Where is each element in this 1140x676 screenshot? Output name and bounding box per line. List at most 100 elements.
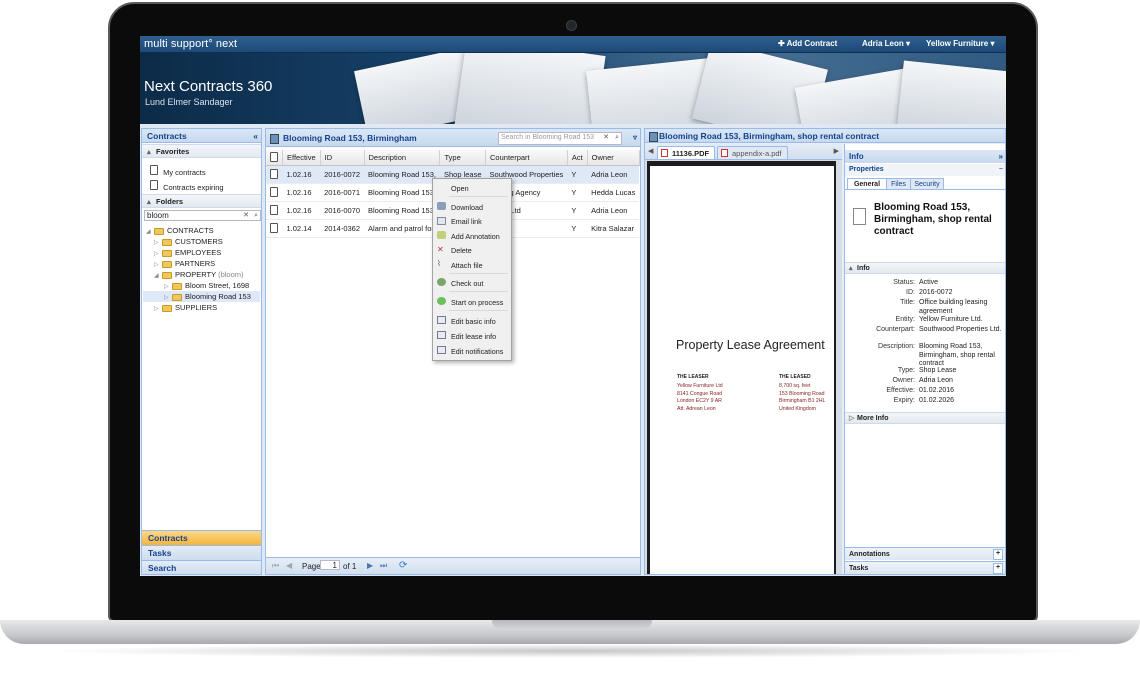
- user-menu[interactable]: Adria Leon ▾: [862, 39, 910, 48]
- page-input[interactable]: 1: [320, 560, 340, 570]
- clear-icon[interactable]: ✕: [243, 211, 249, 221]
- expand-plus-icon[interactable]: +: [993, 563, 1003, 574]
- menu-item-email-link[interactable]: Email link: [451, 217, 482, 226]
- expanded-arrow-icon: ◢: [154, 273, 159, 279]
- tab-appendix-a-pdf[interactable]: appendix-a.pdf: [717, 146, 788, 159]
- tree-label: EMPLOYEES: [175, 248, 222, 257]
- cell-id: 2016-0070: [320, 201, 365, 220]
- first-page-icon[interactable]: ⏮: [272, 561, 279, 571]
- menu-item-edit-notifications[interactable]: Edit notifications: [451, 347, 503, 356]
- tab-divider: [845, 189, 1005, 190]
- folder-search-value: bloom: [147, 211, 169, 220]
- column-header-type[interactable]: Type: [439, 150, 487, 166]
- field-value-id: 2016-0072: [919, 289, 953, 296]
- clear-icon[interactable]: ✕: [603, 133, 609, 143]
- add-contract-button[interactable]: ✚ Add Contract: [778, 39, 837, 48]
- email-icon: [437, 217, 446, 225]
- cell-effective: 1.02.16: [282, 183, 321, 202]
- menu-item-start-on-process[interactable]: Start on process: [451, 298, 503, 307]
- tasks-header[interactable]: Tasks +: [845, 561, 1005, 574]
- column-header-act[interactable]: Act: [567, 150, 588, 166]
- tree-item-property[interactable]: ◢ PROPERTY (bloom): [154, 270, 244, 279]
- column-header-counterpart[interactable]: Counterpart: [485, 150, 568, 166]
- cell-owner: Adria Leon: [587, 201, 640, 220]
- menu-item-add-annotation[interactable]: Add Annotation: [451, 232, 500, 241]
- menu-separator: [449, 196, 508, 197]
- menu-item-delete[interactable]: Delete: [451, 246, 472, 255]
- column-header-doc[interactable]: [266, 150, 283, 166]
- tree-item-partners[interactable]: ▷ PARTNERS: [154, 259, 215, 268]
- menu-item-edit-basic-info[interactable]: Edit basic info: [451, 317, 496, 326]
- menu-item-open[interactable]: Open: [451, 184, 469, 193]
- grid-search-input[interactable]: Search in Blooming Road 153 ✕ ⌕: [498, 132, 622, 145]
- leaser-line: Att. Adrean Leon: [677, 405, 716, 412]
- field-label-effective: Effective:: [886, 387, 915, 394]
- expand-plus-icon[interactable]: +: [993, 549, 1003, 560]
- leased-label: THE LEASED: [779, 374, 811, 380]
- context-menu: Open Download Email link Add Annotation …: [432, 178, 512, 361]
- process-icon: [437, 297, 446, 305]
- menu-item-download[interactable]: Download: [451, 203, 483, 212]
- favorite-my-contracts[interactable]: My contracts: [150, 165, 206, 177]
- document-icon: [150, 165, 158, 175]
- tab-11136-pdf[interactable]: 11136.PDF: [657, 146, 716, 159]
- collapse-left-icon[interactable]: «: [253, 129, 258, 143]
- document-icon: [270, 222, 278, 233]
- cell-act: Y: [567, 165, 588, 184]
- favorites-section-header[interactable]: ▴ Favorites: [142, 144, 261, 158]
- info-section-header[interactable]: ▴ Info: [845, 262, 1005, 274]
- expand-right-icon[interactable]: »: [999, 150, 1003, 163]
- cell-act: Y: [567, 201, 588, 220]
- field-value-owner: Adria Leon: [919, 377, 953, 384]
- field-value-status: Active: [919, 279, 939, 286]
- column-header-owner[interactable]: Owner: [587, 150, 640, 166]
- menu-item-attach-file[interactable]: Attach file: [451, 261, 483, 270]
- collapsed-arrow-icon: ▷: [164, 284, 169, 290]
- column-header-effective[interactable]: Effective: [282, 150, 321, 166]
- grid-panel-header: Blooming Road 153, Birmingham Search in …: [266, 129, 640, 147]
- tree-label: PROPERTY: [175, 270, 216, 279]
- favorite-contracts-expiring[interactable]: Contracts expiring: [150, 180, 224, 192]
- refresh-icon[interactable]: ⟳: [399, 560, 407, 571]
- menu-separator: [449, 291, 508, 292]
- nav-search[interactable]: Search: [142, 560, 261, 574]
- tree-item-suppliers[interactable]: ▷ SUPPLIERS: [154, 303, 217, 312]
- annotation-icon: [437, 231, 446, 239]
- pdf-page[interactable]: Property Lease Agreement THE LEASER Yell…: [650, 166, 834, 574]
- grid-options-icon[interactable]: ▿: [633, 129, 637, 147]
- grid-panel-title: Blooming Road 153, Birmingham: [283, 133, 417, 143]
- app-subtitle: Lund Elmer Sandager: [145, 97, 233, 107]
- tree-item-customers[interactable]: ▷ CUSTOMERS: [154, 237, 223, 246]
- collapsed-arrow-icon: ▷: [164, 295, 169, 301]
- pdf-file-icon: [661, 149, 668, 157]
- menu-item-edit-lease-info[interactable]: Edit lease info: [451, 332, 496, 341]
- next-page-icon[interactable]: ▶: [367, 561, 373, 570]
- document-stack-icon: [649, 132, 658, 142]
- download-icon: [437, 202, 446, 210]
- tree-item-blooming-road[interactable]: ▷ Blooming Road 153: [164, 292, 251, 301]
- tree-root[interactable]: ◢ CONTRACTS: [146, 226, 214, 235]
- company-menu[interactable]: Yellow Furniture ▾: [926, 39, 994, 48]
- column-header-description[interactable]: Description: [364, 150, 441, 166]
- nav-tasks[interactable]: Tasks: [142, 545, 261, 560]
- field-label-entity: Entity:: [895, 316, 915, 323]
- search-icon[interactable]: ⌕: [615, 133, 619, 143]
- column-header-id[interactable]: ID: [320, 150, 365, 166]
- folder-search-input[interactable]: bloom ✕ ⌕: [144, 210, 261, 221]
- last-page-icon[interactable]: ⏭: [380, 561, 387, 571]
- nav-contracts[interactable]: Contracts: [142, 530, 261, 545]
- tree-item-bloom-street[interactable]: ▷ Bloom Street, 1698: [164, 281, 249, 290]
- tab-scroll-right-icon[interactable]: ▶: [834, 147, 839, 155]
- folder-icon: [154, 227, 164, 235]
- folders-section-header[interactable]: ▴ Folders: [142, 194, 261, 208]
- annotations-header[interactable]: Annotations +: [845, 547, 1005, 560]
- tree-item-employees[interactable]: ▷ EMPLOYEES: [154, 248, 221, 257]
- left-panel-title: Contracts: [147, 131, 187, 141]
- tab-scroll-left-icon[interactable]: ◀: [648, 147, 653, 155]
- more-info-header[interactable]: ▷ More Info: [845, 412, 1005, 424]
- menu-item-check-out[interactable]: Check out: [451, 279, 483, 288]
- prev-page-icon[interactable]: ◀: [286, 561, 292, 570]
- cell-owner: Hedda Lucas: [587, 183, 640, 202]
- collapse-icon[interactable]: −: [999, 164, 1003, 176]
- search-icon[interactable]: ⌕: [254, 211, 258, 221]
